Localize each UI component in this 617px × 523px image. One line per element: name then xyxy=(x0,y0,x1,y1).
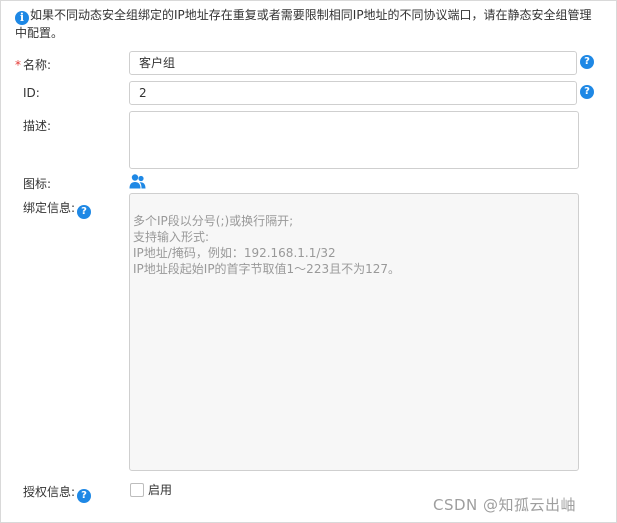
user-group-icon[interactable] xyxy=(129,173,146,190)
required-mark: * xyxy=(15,58,21,72)
id-help-icon[interactable]: ? xyxy=(580,85,594,99)
description-label: 描述: xyxy=(23,119,52,133)
icon-label: 图标: xyxy=(23,177,52,191)
description-textarea[interactable] xyxy=(129,111,579,169)
watermark: CSDN @知孤云出岫 xyxy=(433,496,577,514)
binding-textarea[interactable]: 多个IP段以分号(;)或换行隔开; 支持输入形式: IP地址/掩码，例如：192… xyxy=(129,193,579,471)
id-input-value: 2 xyxy=(139,86,147,100)
name-input[interactable]: 客户组 xyxy=(129,51,577,75)
info-icon: i xyxy=(15,11,29,25)
binding-placeholder: 多个IP段以分号(;)或换行隔开; 支持输入形式: IP地址/掩码，例如：192… xyxy=(133,214,400,276)
auth-label-text: 授权信息: xyxy=(23,485,76,499)
id-label: ID: xyxy=(23,86,40,100)
notice-banner: i 如果不同动态安全组绑定的IP地址存在重复或者需要限制相同IP地址的不同协议端口… xyxy=(15,7,595,42)
name-input-value: 客户组 xyxy=(139,56,176,70)
binding-help-icon[interactable]: ? xyxy=(77,205,92,219)
name-label: 名称: xyxy=(23,58,52,72)
enable-checkbox-label[interactable]: 启用 xyxy=(148,481,172,498)
name-help-icon[interactable]: ? xyxy=(580,55,594,69)
auth-label: 授权信息:? xyxy=(23,484,92,503)
notice-text: 如果不同动态安全组绑定的IP地址存在重复或者需要限制相同IP地址的不同协议端口，… xyxy=(15,8,592,40)
binding-label: 绑定信息:? xyxy=(23,200,92,219)
enable-checkbox[interactable] xyxy=(130,483,144,497)
security-group-form: i 如果不同动态安全组绑定的IP地址存在重复或者需要限制相同IP地址的不同协议端口… xyxy=(0,0,617,523)
auth-help-icon[interactable]: ? xyxy=(77,489,92,503)
id-input[interactable]: 2 xyxy=(129,81,577,105)
binding-label-text: 绑定信息: xyxy=(23,201,76,215)
